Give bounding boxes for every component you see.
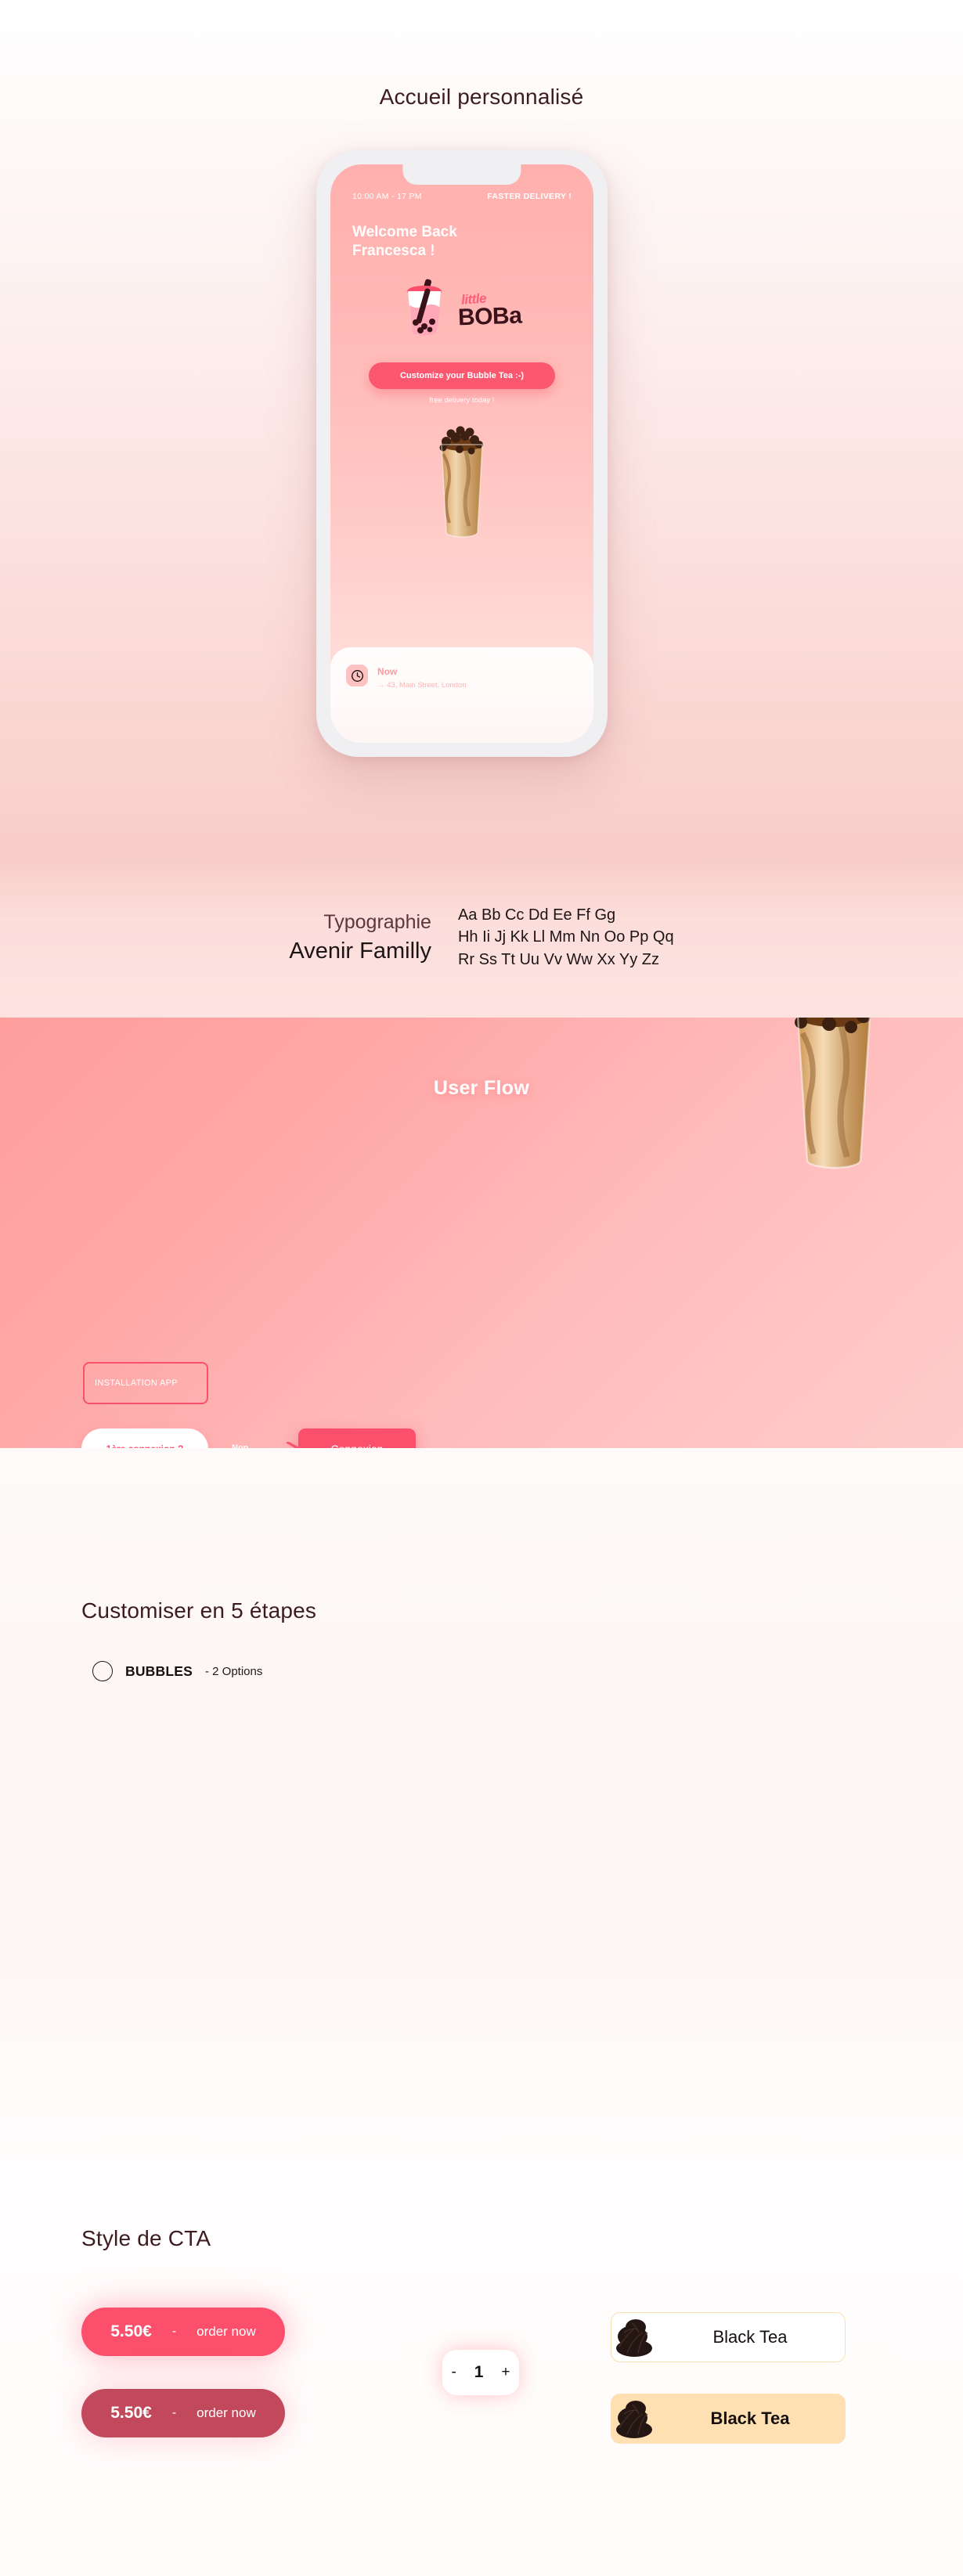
- welcome-line-2: Francesca !: [352, 242, 435, 259]
- cta-separator: -: [171, 2406, 177, 2419]
- page-title-accueil: Accueil personnalisé: [379, 85, 584, 109]
- tea-chip-label: Black Tea: [712, 2327, 788, 2347]
- status-time: 10:00 AM - 17 PM: [352, 192, 422, 201]
- bubbles-step-options: - 2 Options: [205, 1664, 263, 1678]
- phone-notch: [402, 164, 521, 185]
- cta-price: 5.50€: [110, 2322, 152, 2340]
- page-title-cta-style: Style de CTA: [81, 2226, 211, 2250]
- typography-family: Avenir Familly: [289, 938, 431, 964]
- cta-secondary-button[interactable]: 5.50€ - order now: [81, 2389, 285, 2437]
- specimen-line-1: Aa Bb Cc Dd Ee Ff Gg: [457, 906, 616, 924]
- cta-separator: -: [171, 2325, 177, 2338]
- page-title-customise: Customiser en 5 étapes: [81, 1598, 317, 1623]
- clock-icon: [346, 665, 368, 686]
- delivery-address: → 43, Main Street, London: [377, 681, 467, 690]
- brand-logo: little BOBa: [330, 277, 593, 342]
- section-cta-style: Style de CTA 5.50€ - order now 5.50€ - o…: [0, 2168, 963, 2576]
- customize-bubble-tea-button[interactable]: Customize your Bubble Tea :-): [369, 362, 555, 390]
- typography-specimen: Aa Bb Cc Dd Ee Ff Gg Hh Ii Jj Kk Ll Mm N…: [458, 904, 674, 971]
- tea-chip-selected-sample[interactable]: Black Tea: [611, 2394, 846, 2444]
- flow-decorative-glass-photo: [771, 1018, 896, 1178]
- cta-action-label: order now: [197, 2324, 256, 2339]
- typography-label: Typographie: [323, 910, 431, 933]
- quantity-stepper-sample[interactable]: - 1 +: [442, 2350, 519, 2395]
- phone-mockup-home: 10:00 AM - 17 PM FASTER DELIVERY ! Welco…: [316, 150, 608, 757]
- section-accueil: Accueil personnalisé 10:00 AM - 17 PM FA…: [0, 0, 963, 857]
- section-typography: Typographie Avenir Familly Aa Bb Cc Dd E…: [0, 857, 963, 1018]
- black-tea-leaves-photo: [613, 2314, 655, 2362]
- tea-chip-unselected-sample[interactable]: Black Tea: [611, 2312, 846, 2362]
- home-screen: 10:00 AM - 17 PM FASTER DELIVERY ! Welco…: [330, 164, 593, 743]
- bubble-tea-glass-photo: [424, 423, 500, 544]
- decrease-quantity-button[interactable]: -: [451, 2364, 456, 2381]
- quantity-value: 1: [474, 2363, 484, 2381]
- specimen-line-2: Hh Ii Jj Kk Ll Mm Nn Oo Pp Qq: [457, 928, 674, 946]
- delivery-time-label: Now: [377, 666, 398, 677]
- tea-chip-label: Black Tea: [710, 2408, 790, 2428]
- bubble-tea-cup-icon: [402, 277, 450, 342]
- specimen-line-3: Rr Ss Tt Uu Vv Ww Xx Yy Zz: [457, 950, 660, 968]
- flow-node-connexion[interactable]: Connexion: [298, 1429, 416, 1448]
- flow-node-installation-label: INSTALLATION APP: [95, 1378, 178, 1388]
- bubble-icon: [92, 1661, 113, 1681]
- bubbles-step-name: BUBBLES: [125, 1663, 193, 1679]
- section-customise: Customiser en 5 étapes BUBBLES - 2 Optio…: [0, 1448, 963, 2168]
- cta-primary-button[interactable]: 5.50€ - order now: [81, 2308, 285, 2356]
- free-delivery-note: free delivery today !: [429, 396, 495, 405]
- welcome-greeting: Welcome Back Francesca !: [330, 201, 593, 260]
- flow-node-installation[interactable]: INSTALLATION APP: [83, 1362, 208, 1404]
- cta-action-label: order now: [197, 2405, 256, 2420]
- bubbles-step-header: BUBBLES - 2 Options: [92, 1661, 262, 1681]
- typography-names: Typographie Avenir Familly: [289, 911, 431, 964]
- section-user-flow: User Flow INSTALLATION APP 1ère connexio…: [0, 1018, 963, 1448]
- delivery-info: Now → 43, Main Street, London: [377, 665, 467, 690]
- flow-node-connexion-label: Connexion: [331, 1443, 384, 1448]
- brand-wordmark: little BOBa: [457, 290, 523, 331]
- brand-boba-text: BOBa: [457, 302, 523, 331]
- status-promo: FASTER DELIVERY !: [487, 192, 572, 201]
- increase-quantity-button[interactable]: +: [501, 2364, 510, 2381]
- flow-node-first-login[interactable]: 1ère connexion ?: [81, 1429, 208, 1448]
- cta-price: 5.50€: [110, 2404, 152, 2422]
- black-tea-leaves-photo: [613, 2395, 655, 2443]
- delivery-card[interactable]: Now → 43, Main Street, London: [330, 647, 593, 743]
- welcome-line-1: Welcome Back: [352, 224, 457, 240]
